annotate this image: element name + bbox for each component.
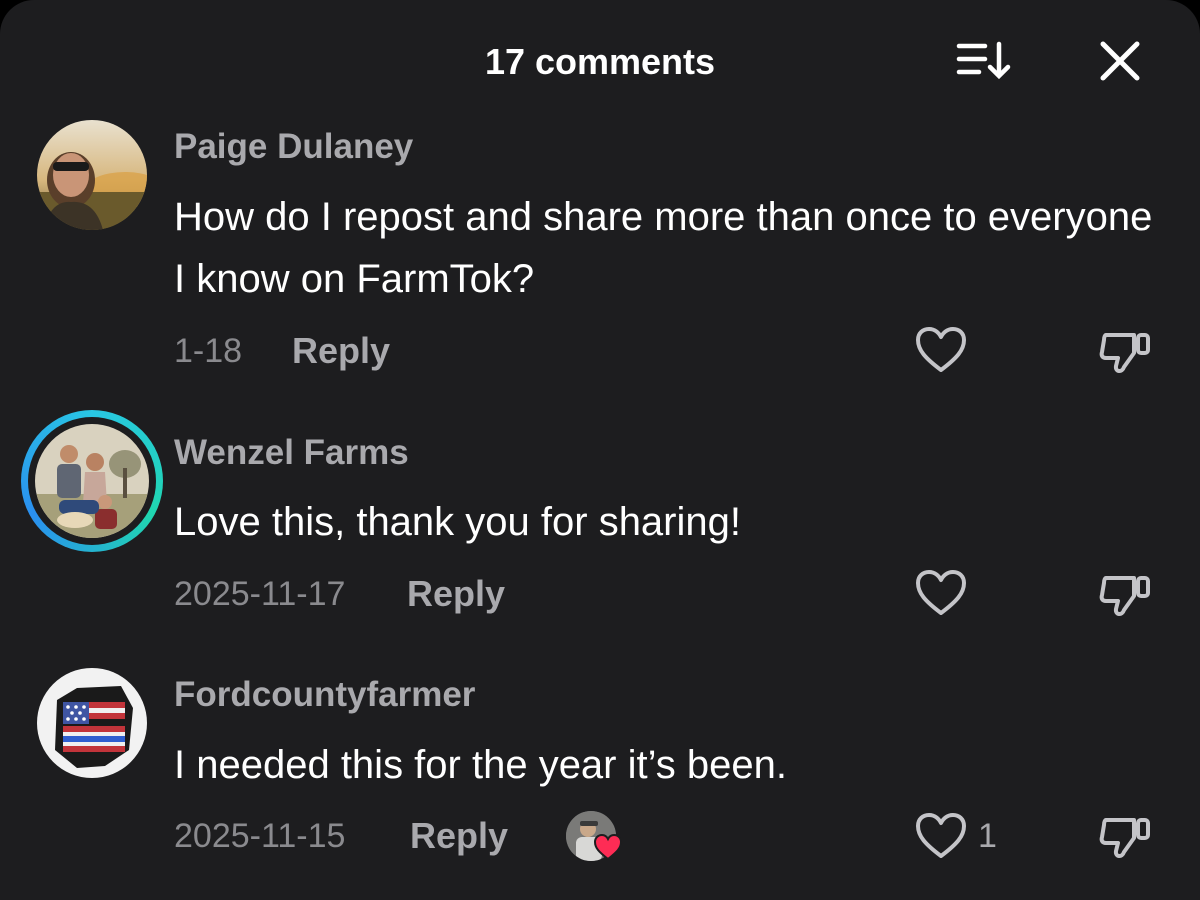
like-count: 1 (978, 817, 997, 855)
comments-count-title: 17 comments (484, 41, 716, 82)
dislike-button[interactable] (1098, 812, 1154, 864)
reply-button[interactable]: Reply (410, 816, 508, 856)
thumbs-down-icon (1099, 576, 1150, 616)
thumbs-down-icon (1099, 818, 1150, 858)
close-icon (1100, 41, 1140, 81)
avatar[interactable] (21, 410, 163, 552)
comment-text: I needed this for the year it’s been. (174, 743, 787, 787)
comment-username[interactable]: Wenzel Farms (174, 433, 409, 473)
comment-username[interactable]: Fordcountyfarmer (174, 675, 475, 715)
comment-date: 2025-11-15 (174, 817, 346, 855)
heart-icon (916, 327, 966, 372)
comment-text: Love this, thank you for sharing! (174, 500, 741, 544)
like-button[interactable] (915, 326, 967, 374)
comment-text: How do I repost and share more than once… (174, 195, 1153, 301)
comment-date: 2025-11-17 (174, 575, 346, 613)
dislike-button[interactable] (1098, 570, 1154, 622)
creator-liked-heart-icon (593, 833, 623, 861)
comments-sheet: 17 comments Paige Dulaney How do I repos… (0, 0, 1200, 900)
reply-button[interactable]: Reply (292, 331, 390, 371)
like-button[interactable] (915, 812, 967, 860)
like-button[interactable] (915, 569, 967, 617)
avatar[interactable] (37, 120, 147, 230)
close-button[interactable] (1095, 38, 1145, 88)
reply-button[interactable]: Reply (407, 574, 505, 614)
avatar[interactable] (37, 668, 147, 778)
heart-icon (916, 813, 966, 858)
dislike-button[interactable] (1098, 327, 1154, 379)
thumbs-down-icon (1099, 333, 1150, 373)
heart-icon (916, 570, 966, 615)
sort-button[interactable] (955, 38, 1015, 88)
sort-icon (956, 41, 1011, 80)
comment-date: 1-18 (174, 332, 243, 370)
comment-username[interactable]: Paige Dulaney (174, 127, 413, 167)
